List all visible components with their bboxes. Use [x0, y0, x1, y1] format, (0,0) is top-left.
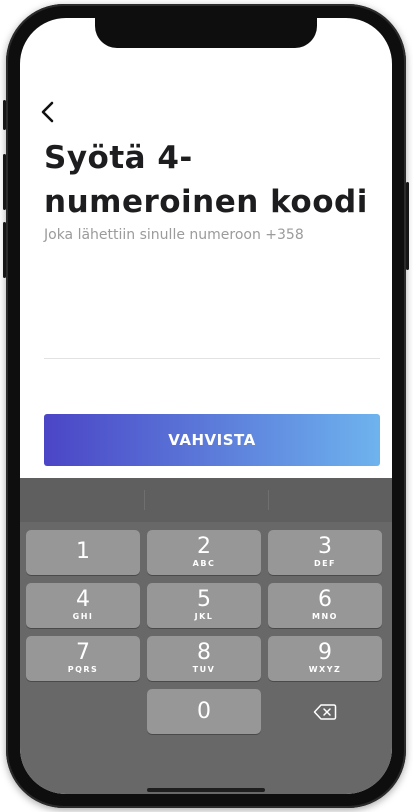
phone-frame: Syötä 4-numeroinen koodi Joka lähettiin … [3, 4, 409, 808]
notch [95, 18, 317, 48]
key-letters: GHI [72, 612, 94, 621]
key-9[interactable]: 9 WXYZ [268, 636, 382, 681]
suggestion-divider [144, 490, 145, 510]
key-letters: PQRS [67, 665, 99, 674]
key-letters: JKL [194, 612, 214, 621]
home-indicator[interactable] [147, 788, 265, 792]
back-chevron-icon[interactable] [38, 100, 58, 124]
key-digit: 6 [318, 587, 332, 612]
page-subtitle: Joka lähettiin sinulle numeroon +358 [44, 227, 304, 243]
backspace-icon [313, 703, 337, 720]
key-letters: TUV [192, 665, 216, 674]
delete-key[interactable] [268, 689, 382, 734]
volume-down-button [3, 222, 6, 278]
key-digit: 2 [197, 534, 211, 559]
key-letters: WXYZ [308, 665, 342, 674]
code-input[interactable] [44, 318, 380, 359]
key-digit: 3 [318, 534, 332, 559]
key-digit: 0 [197, 698, 211, 724]
suggestion-divider [268, 490, 269, 510]
key-digit: 4 [76, 587, 90, 612]
key-digit: 8 [197, 640, 211, 665]
confirm-button[interactable]: VAHVISTA [44, 414, 380, 466]
key-1[interactable]: 1 [26, 530, 140, 575]
key-digit: 9 [318, 640, 332, 665]
key-6[interactable]: 6 MNO [268, 583, 382, 628]
key-letters: ABC [192, 559, 216, 568]
mute-switch [3, 100, 6, 130]
key-digit: 7 [76, 640, 90, 665]
key-digit: 5 [197, 587, 211, 612]
screen: Syötä 4-numeroinen koodi Joka lähettiin … [20, 18, 392, 794]
key-7[interactable]: 7 PQRS [26, 636, 140, 681]
key-letters: DEF [313, 559, 337, 568]
key-digit: 1 [76, 539, 90, 564]
power-button [406, 182, 409, 270]
key-8[interactable]: 8 TUV [147, 636, 261, 681]
key-2[interactable]: 2 ABC [147, 530, 261, 575]
page-title: Syötä 4-numeroinen koodi [44, 140, 368, 220]
keyboard-suggestion-bar [20, 478, 392, 522]
numeric-keyboard: 1 2 ABC 3 DEF 4 GHI 5 JKL 6 MNO 7 PQRS 8… [20, 478, 392, 794]
key-0[interactable]: 0 [147, 689, 261, 734]
key-letters: MNO [312, 612, 338, 621]
key-4[interactable]: 4 GHI [26, 583, 140, 628]
key-3[interactable]: 3 DEF [268, 530, 382, 575]
key-5[interactable]: 5 JKL [147, 583, 261, 628]
volume-up-button [3, 154, 6, 210]
